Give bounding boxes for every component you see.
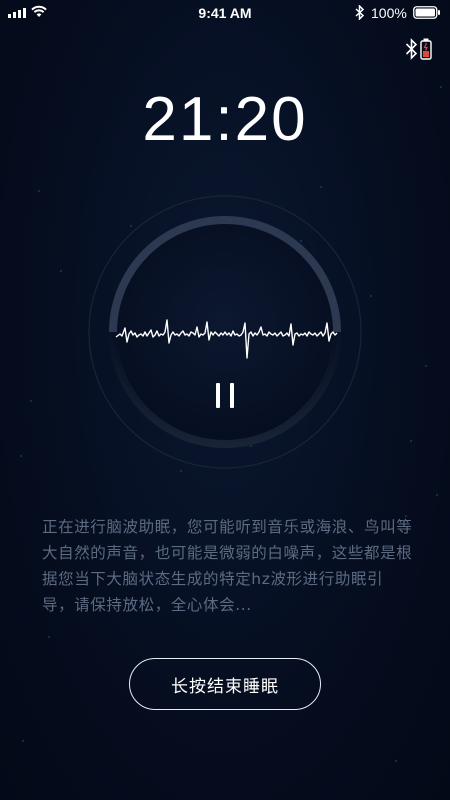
low-battery-icon [420, 38, 432, 60]
sleep-session-screen: 9:41 AM 100% 21:20 正在进行脑波助眠，您可能听到音乐或海浪、鸟… [0, 0, 450, 800]
battery-percentage: 100% [371, 5, 407, 21]
pause-icon [216, 383, 220, 408]
status-bar: 9:41 AM 100% [0, 0, 450, 26]
bluetooth-icon [355, 5, 365, 20]
battery-icon [413, 6, 440, 19]
long-press-end-sleep-button[interactable]: 长按结束睡眠 [129, 658, 321, 710]
elapsed-timer: 21:20 [142, 85, 308, 154]
brainwave-dial [88, 195, 362, 469]
pause-button[interactable] [205, 375, 245, 415]
bluetooth-icon [405, 38, 418, 60]
session-description: 正在进行脑波助眠，您可能听到音乐或海浪、鸟叫等大自然的声音，也可能是微弱的白噪声… [42, 518, 413, 614]
pause-icon [230, 383, 234, 408]
